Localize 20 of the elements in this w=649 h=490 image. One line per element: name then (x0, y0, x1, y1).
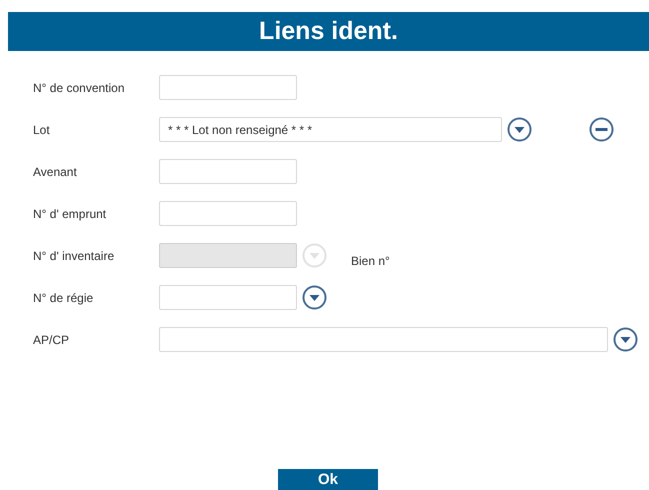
input-field[interactable] (159, 75, 297, 100)
field-label: Lot (33, 122, 51, 138)
field-label: N° d' inventaire (33, 248, 116, 264)
dropdown-icon[interactable] (613, 327, 638, 352)
field-label: N° de régie (33, 290, 94, 306)
field-label: N° d' emprunt (33, 206, 108, 222)
input-field[interactable] (159, 327, 608, 352)
dialog-title: Liens ident. (8, 12, 649, 51)
field-label: Bien n° (351, 252, 390, 270)
ok-button[interactable]: Ok (278, 469, 378, 490)
field-label: AP/CP (33, 332, 70, 348)
field-label: N° de convention (33, 80, 126, 96)
dropdown-icon[interactable] (507, 117, 532, 142)
input-field[interactable] (159, 201, 297, 226)
input-field[interactable] (159, 285, 297, 310)
dropdown-icon[interactable] (302, 285, 327, 310)
input-field[interactable]: * * * Lot non renseigné * * * (159, 117, 502, 142)
input-field[interactable] (159, 159, 297, 184)
field-label: Avenant (33, 164, 78, 180)
remove-icon[interactable] (589, 117, 614, 142)
